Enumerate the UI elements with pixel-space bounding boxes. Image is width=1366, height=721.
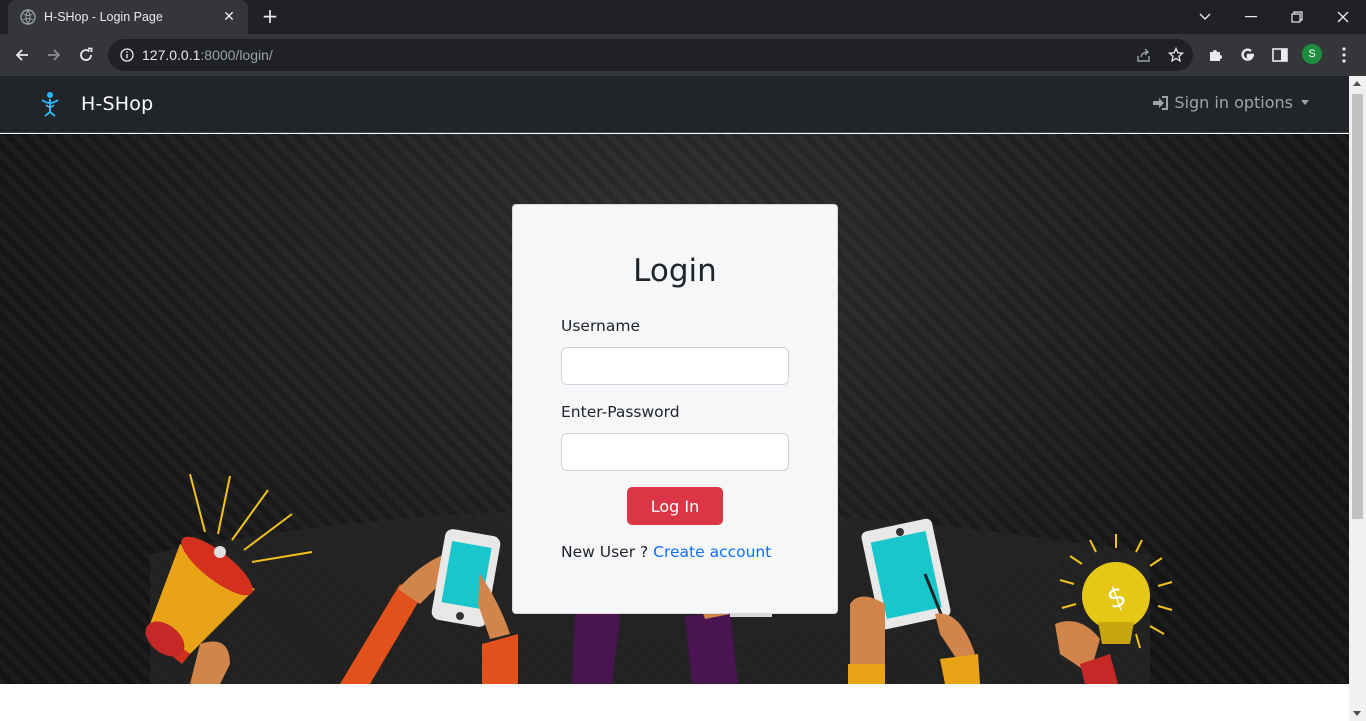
page-viewport: H-SHop Sign in options $ Login Username … xyxy=(0,76,1349,721)
scrollbar-thumb[interactable] xyxy=(1352,94,1363,519)
tab-search-icon[interactable] xyxy=(1182,0,1228,34)
login-heading: Login xyxy=(633,253,717,289)
new-user-text: New User ? xyxy=(561,543,649,561)
google-g-icon[interactable] xyxy=(1236,43,1260,67)
hero-banner: $ Login Username Enter-Password Log In N… xyxy=(0,134,1349,684)
scroll-up-arrow-icon[interactable] xyxy=(1353,81,1361,86)
sign-in-options-dropdown[interactable]: Sign in options xyxy=(1152,93,1309,112)
extensions-puzzle-icon[interactable] xyxy=(1204,43,1228,67)
brand-link[interactable]: H-SHop xyxy=(36,90,153,118)
tab-title: H-SHop - Login Page xyxy=(44,10,163,24)
browser-tab[interactable]: H-SHop - Login Page ✕ xyxy=(8,0,248,34)
profile-avatar[interactable]: S xyxy=(1302,44,1322,64)
browser-tab-strip: H-SHop - Login Page ✕ + xyxy=(0,0,1366,34)
log-in-button[interactable]: Log In xyxy=(627,487,723,525)
new-tab-icon[interactable]: + xyxy=(258,6,282,28)
chevron-down-icon xyxy=(1301,100,1309,105)
browser-menu-icon[interactable] xyxy=(1332,43,1356,67)
close-tab-icon[interactable]: ✕ xyxy=(220,9,238,25)
page-scrollbar[interactable] xyxy=(1349,76,1366,721)
password-input[interactable] xyxy=(561,433,789,471)
brand-name: H-SHop xyxy=(81,93,154,115)
close-window-icon[interactable] xyxy=(1320,0,1366,34)
create-account-link[interactable]: Create account xyxy=(653,543,771,561)
sign-in-icon xyxy=(1153,95,1169,110)
side-panel-icon[interactable] xyxy=(1268,43,1292,67)
forward-icon[interactable] xyxy=(41,42,67,68)
share-icon[interactable] xyxy=(1132,43,1156,67)
username-input[interactable] xyxy=(561,347,789,385)
site-navbar: H-SHop Sign in options xyxy=(0,76,1349,133)
sign-in-options-label: Sign in options xyxy=(1174,93,1293,112)
username-label: Username xyxy=(561,317,641,335)
reload-icon[interactable] xyxy=(73,42,99,68)
url-path: :8000/login/ xyxy=(200,47,273,63)
new-user-prompt: New User ? Create account xyxy=(561,543,771,561)
back-icon[interactable] xyxy=(9,42,35,68)
address-bar[interactable]: 127.0.0.1:8000/login/ xyxy=(108,39,1193,71)
login-card: Login Username Enter-Password Log In New… xyxy=(512,204,838,614)
browser-toolbar: 127.0.0.1:8000/login/ S xyxy=(0,34,1366,76)
minimize-icon[interactable] xyxy=(1228,0,1274,34)
scroll-down-arrow-icon[interactable] xyxy=(1353,711,1361,716)
site-info-icon[interactable] xyxy=(120,48,134,62)
password-label: Enter-Password xyxy=(561,403,680,421)
brand-logo-icon xyxy=(41,92,59,117)
bookmark-star-icon[interactable] xyxy=(1164,43,1188,67)
restore-icon[interactable] xyxy=(1274,0,1320,34)
url-text: 127.0.0.1:8000/login/ xyxy=(142,47,273,63)
url-host: 127.0.0.1 xyxy=(142,47,201,63)
globe-icon xyxy=(20,9,36,25)
